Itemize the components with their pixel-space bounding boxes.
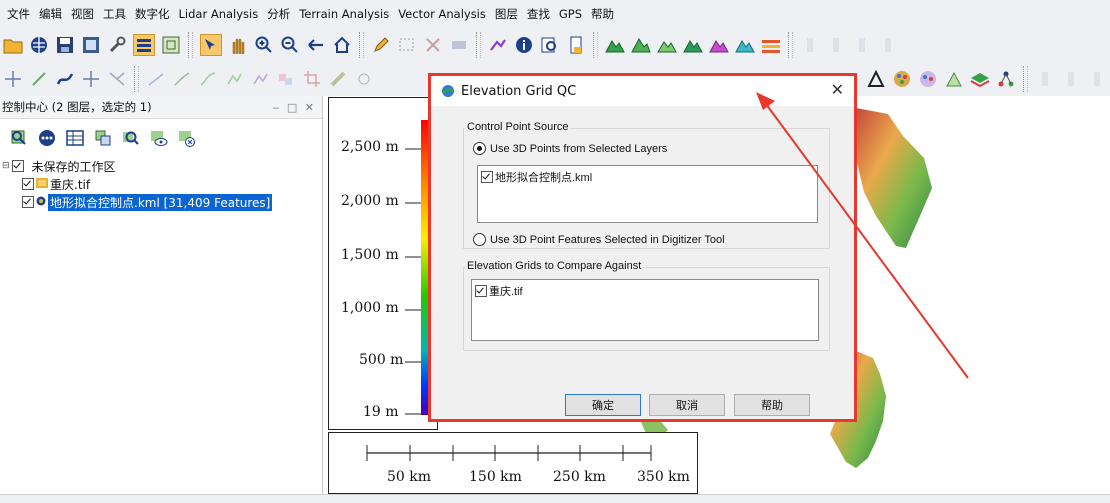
annotation-arrow (756, 92, 969, 379)
